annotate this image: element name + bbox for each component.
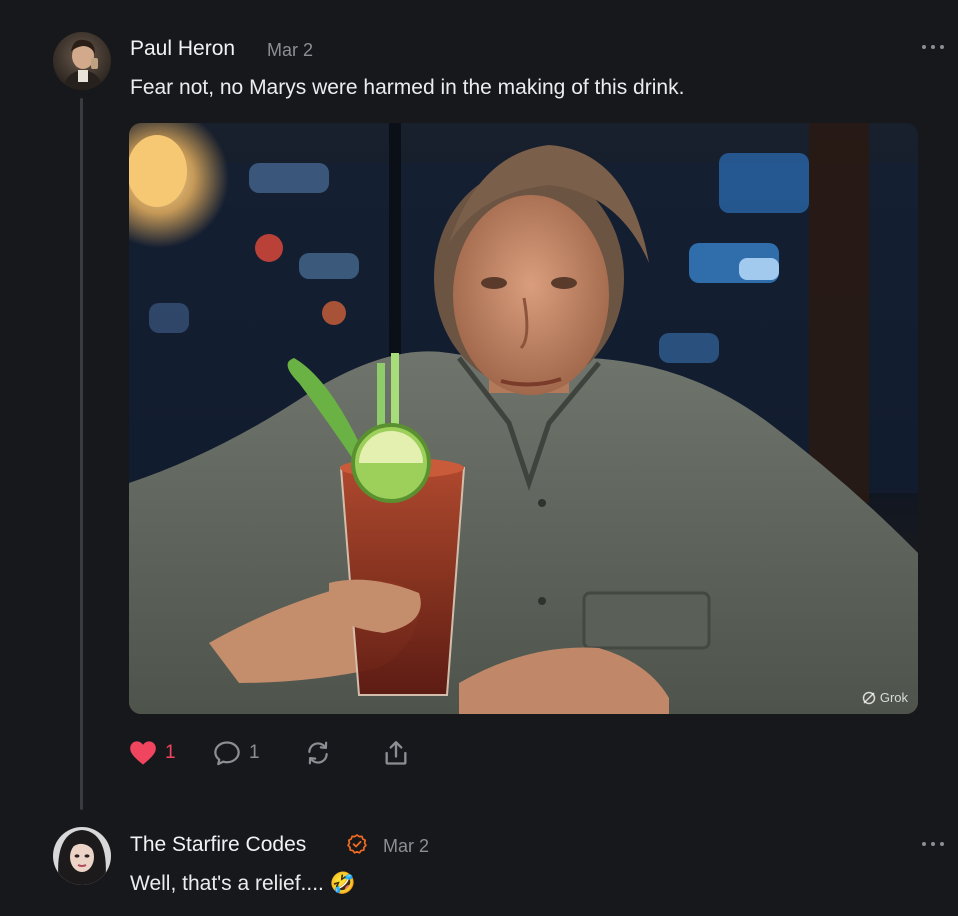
reply-date[interactable]: Mar 2 [383, 836, 429, 857]
restack-icon [308, 741, 328, 765]
thread-line [80, 98, 83, 810]
reply-author-avatar[interactable] [53, 827, 111, 885]
comment-post: Paul Heron Mar 2 Fear not, no Marys were… [0, 0, 958, 810]
grok-logo-icon [862, 691, 876, 704]
like-button[interactable]: 1 [129, 740, 213, 766]
verified-badge-icon [347, 834, 367, 854]
post-image[interactable]: Grok [129, 123, 918, 714]
reply-text: Well, that's a relief.... 🤣 [130, 872, 356, 895]
post-date[interactable]: Mar 2 [267, 40, 313, 61]
author-name[interactable]: Paul Heron [130, 37, 235, 61]
reply-more-icon[interactable] [922, 842, 944, 848]
author-avatar[interactable] [53, 32, 111, 90]
comment-icon [214, 741, 240, 766]
comment-count: 1 [249, 742, 260, 763]
reply-author-name[interactable]: The Starfire Codes [130, 833, 306, 857]
share-button[interactable] [382, 739, 410, 767]
post-text: Fear not, no Marys were harmed in the ma… [130, 76, 685, 99]
comment-button[interactable]: 1 [213, 740, 304, 766]
share-icon [385, 741, 407, 765]
action-bar: 1 1 [129, 738, 410, 768]
reply-post: The Starfire Codes Mar 2 Well, that's a … [0, 810, 958, 916]
more-icon[interactable] [922, 45, 944, 51]
like-count: 1 [165, 742, 176, 763]
heart-icon [130, 741, 156, 765]
grok-label: Grok [879, 690, 908, 705]
grok-watermark: Grok [862, 690, 908, 705]
restack-button[interactable] [304, 740, 382, 766]
